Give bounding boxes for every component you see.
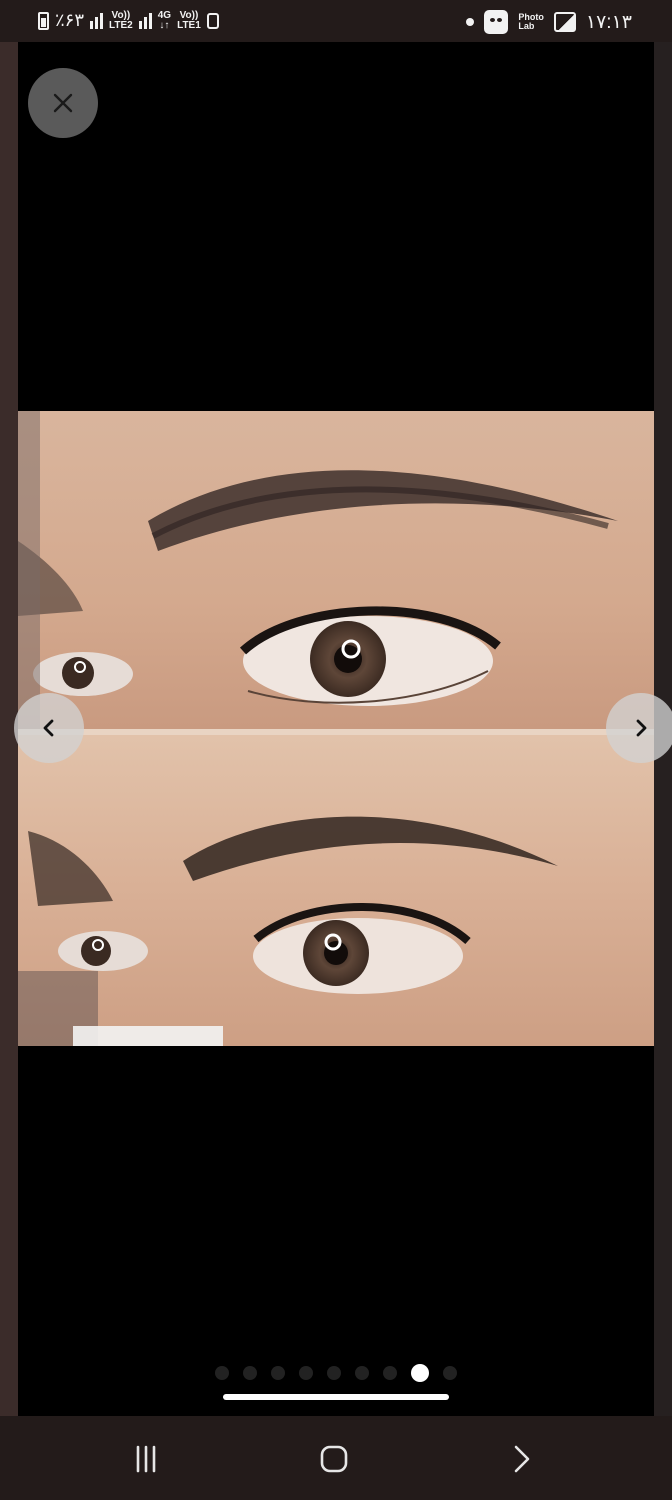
- recents-icon: [136, 1445, 156, 1473]
- recents-button[interactable]: [126, 1442, 166, 1476]
- home-icon: [320, 1445, 348, 1473]
- status-left: ٪۶۳ Vo)) LTE2 4G ↓↑ Vo)) LTE1: [38, 10, 219, 31]
- back-icon: [514, 1445, 530, 1473]
- gallery-icon: [553, 12, 576, 32]
- gesture-handle[interactable]: [223, 1394, 449, 1400]
- data-network-label: 4G ↓↑: [158, 10, 171, 31]
- sim2-network-label: Vo)) LTE1: [177, 10, 201, 31]
- status-bar: ٪۶۳ Vo)) LTE2 4G ↓↑ Vo)) LTE1 Photo Lab ۱۷:۱…: [0, 0, 672, 43]
- sim1-label-bottom: LTE2: [109, 19, 133, 31]
- photolab-app-icon: [484, 10, 509, 34]
- gallery-photo[interactable]: [18, 411, 654, 1046]
- battery-percent: ٪۶۳: [55, 10, 85, 30]
- page-dot[interactable]: [271, 1366, 285, 1380]
- image-viewer-screen: ٪۶۳ Vo)) LTE2 4G ↓↑ Vo)) LTE1 Photo Lab ۱۷:۱…: [0, 0, 672, 1500]
- net-label-bottom: ↓↑: [159, 19, 170, 31]
- page-dot[interactable]: [383, 1366, 397, 1380]
- next-image-button[interactable]: [606, 693, 672, 763]
- battery-icon: [38, 11, 49, 30]
- home-button[interactable]: [314, 1442, 354, 1476]
- signal-bars-icon: [90, 12, 104, 29]
- image-viewer[interactable]: [14, 42, 672, 1416]
- signal-bars-icon-2: [138, 12, 152, 29]
- photolab-label-bottom: Lab: [518, 21, 535, 31]
- page-dot[interactable]: [327, 1366, 341, 1380]
- close-icon: [53, 93, 73, 113]
- notification-dot-icon: [466, 18, 475, 26]
- back-button[interactable]: [502, 1442, 542, 1476]
- page-dot[interactable]: [355, 1366, 369, 1380]
- system-navigation-bar: [0, 1416, 672, 1500]
- page-dot-active[interactable]: [411, 1364, 429, 1382]
- photolab-label: Photo Lab: [518, 13, 544, 31]
- page-indicator: [18, 1364, 654, 1382]
- page-dot[interactable]: [215, 1366, 229, 1380]
- page-dot[interactable]: [299, 1366, 313, 1380]
- clock: ۱۷:۱۳: [585, 11, 632, 33]
- chevron-left-icon: [43, 719, 54, 737]
- page-dot[interactable]: [243, 1366, 257, 1380]
- status-right: Photo Lab ۱۷:۱۳: [466, 10, 632, 34]
- data-saver-icon: [206, 12, 219, 29]
- chevron-right-icon: [636, 719, 647, 737]
- close-button[interactable]: [28, 68, 98, 138]
- eyebrow-before-after-photo: [18, 411, 654, 1046]
- previous-image-button[interactable]: [14, 693, 84, 763]
- page-dot[interactable]: [443, 1366, 457, 1380]
- sim1-network-label: Vo)) LTE2: [109, 10, 133, 31]
- sim2-label-bottom: LTE1: [177, 19, 201, 31]
